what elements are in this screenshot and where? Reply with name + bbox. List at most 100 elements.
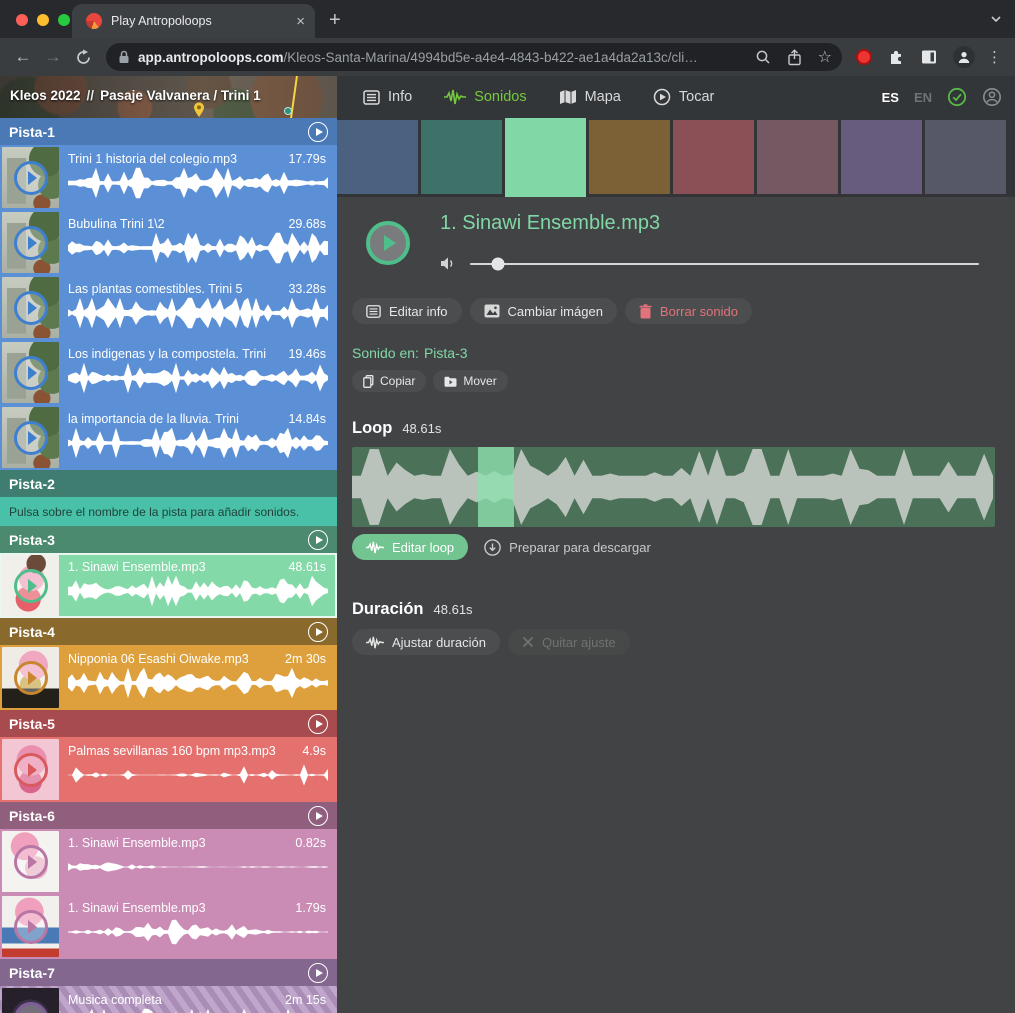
play-sound-button[interactable]: [14, 569, 48, 603]
puzzle-extensions-icon[interactable]: [887, 48, 905, 66]
change-image-button[interactable]: Cambiar imágen: [470, 298, 617, 324]
play-sound-button[interactable]: [14, 161, 48, 195]
track-link[interactable]: Pista-3: [424, 345, 468, 361]
track-header-pista-7[interactable]: Pista-7: [0, 959, 337, 986]
play-sound-button[interactable]: [366, 221, 410, 265]
sound-item-pista-7-1[interactable]: Musica completa2m 15s: [0, 986, 337, 1013]
track-header-pista-1[interactable]: Pista-1: [0, 118, 337, 145]
play-track-button[interactable]: [308, 806, 328, 826]
sound-item-pista-1-5[interactable]: la importancia de la lluvia. Trini14.84s: [0, 405, 337, 470]
tab-sonidos[interactable]: Sonidos: [444, 89, 526, 105]
minimize-window-button[interactable]: [37, 14, 49, 26]
tab-tocar-label: Tocar: [679, 89, 714, 105]
sound-item-pista-1-1[interactable]: Trini 1 historia del colegio.mp317.79s: [0, 145, 337, 210]
address-bar[interactable]: app.antropoloops.com/Kleos-Santa-Marina/…: [106, 43, 842, 71]
browser-menu-icon[interactable]: ⋮: [987, 48, 1002, 66]
sound-item-pista-1-4[interactable]: Los indigenas y la compostela. Trini19.4…: [0, 340, 337, 405]
breadcrumb-project[interactable]: Kleos 2022: [10, 88, 81, 103]
chevron-down-icon[interactable]: [989, 12, 1003, 26]
sound-item-pista-6-2[interactable]: 1. Sinawi Ensemble.mp31.79s: [0, 894, 337, 959]
map-icon: [559, 89, 577, 105]
account-icon[interactable]: [982, 87, 1002, 107]
track-header-pista-4[interactable]: Pista-4: [0, 618, 337, 645]
window-controls[interactable]: [16, 14, 70, 26]
move-button[interactable]: Mover: [433, 370, 507, 392]
adjust-duration-waveform-icon: [366, 636, 384, 649]
track-header-pista-2[interactable]: Pista-2: [0, 470, 337, 497]
tab-tocar[interactable]: Tocar: [653, 88, 714, 106]
play-track-button[interactable]: [308, 714, 328, 734]
tab-mapa[interactable]: Mapa: [559, 89, 621, 105]
play-sound-button[interactable]: [14, 1002, 48, 1013]
copy-icon: [363, 375, 374, 388]
remove-adjust-button[interactable]: Quitar ajuste: [508, 629, 630, 655]
copy-button[interactable]: Copiar: [352, 370, 426, 392]
loop-waveform[interactable]: [352, 447, 995, 527]
tab-sonidos-label: Sonidos: [474, 89, 526, 105]
app-navigation: Info Sonidos Mapa Tocar ES EN: [337, 76, 1015, 118]
sound-item-title: Nipponia 06 Esashi Oiwake.mp3: [68, 652, 249, 666]
play-sound-button[interactable]: [14, 356, 48, 390]
track-color-tab-6[interactable]: [757, 120, 838, 194]
play-sound-button[interactable]: [14, 910, 48, 944]
sound-item-pista-5-1[interactable]: Palmas sevillanas 160 bpm mp3.mp34.9s: [0, 737, 337, 802]
breadcrumb-path[interactable]: Pasaje Valvanera / Trini 1: [100, 88, 261, 103]
sound-item-pista-4-1[interactable]: Nipponia 06 Esashi Oiwake.mp32m 30s: [0, 645, 337, 710]
sound-item-duration: 14.84s: [288, 412, 326, 426]
play-sound-button[interactable]: [14, 845, 48, 879]
edit-info-button[interactable]: Editar info: [352, 298, 462, 324]
delete-sound-button[interactable]: Borrar sonido: [625, 298, 752, 324]
track-color-tab-7[interactable]: [841, 120, 922, 194]
sound-item-pista-1-2[interactable]: Bubulina Trini 1\229.68s: [0, 210, 337, 275]
share-icon[interactable]: [787, 49, 802, 66]
edit-loop-button[interactable]: Editar loop: [352, 534, 468, 560]
prepare-download-button[interactable]: Preparar para descargar: [480, 534, 665, 560]
play-sound-button[interactable]: [14, 291, 48, 325]
sound-item-pista-6-1[interactable]: 1. Sinawi Ensemble.mp30.82s: [0, 829, 337, 894]
profile-avatar-icon[interactable]: [953, 46, 975, 68]
map-preview-strip[interactable]: Kleos 2022//Pasaje Valvanera / Trini 1: [0, 76, 337, 118]
track-header-pista-6[interactable]: Pista-6: [0, 802, 337, 829]
tab-close-icon[interactable]: ×: [296, 13, 305, 30]
track-header-pista-3[interactable]: Pista-3: [0, 526, 337, 553]
close-window-button[interactable]: [16, 14, 28, 26]
browser-tab[interactable]: Play Antropoloops ×: [72, 4, 315, 38]
maximize-window-button[interactable]: [58, 14, 70, 26]
lang-en-button[interactable]: EN: [914, 90, 932, 105]
forward-button[interactable]: →: [38, 47, 68, 67]
volume-knob[interactable]: [491, 257, 504, 270]
sound-item-pista-3-1[interactable]: 1. Sinawi Ensemble.mp348.61s: [0, 553, 337, 618]
play-track-button[interactable]: [308, 122, 328, 142]
tab-info[interactable]: Info: [363, 89, 412, 105]
side-panel-icon[interactable]: [920, 48, 938, 66]
browser-tab-strip: Play Antropoloops × +: [0, 0, 1015, 38]
play-track-button[interactable]: [308, 530, 328, 550]
track-color-tab-4[interactable]: [589, 120, 670, 194]
track-header-pista-5[interactable]: Pista-5: [0, 710, 337, 737]
play-track-button[interactable]: [308, 622, 328, 642]
track-color-tab-8[interactable]: [925, 120, 1006, 194]
track-color-tab-5[interactable]: [673, 120, 754, 194]
back-button[interactable]: ←: [8, 47, 38, 67]
lang-es-button[interactable]: ES: [882, 90, 899, 105]
sound-item-pista-1-3[interactable]: Las plantas comestibles. Trini 533.28s: [0, 275, 337, 340]
play-sound-button[interactable]: [14, 421, 48, 455]
loop-playhead[interactable]: [478, 447, 514, 527]
play-sound-button[interactable]: [14, 661, 48, 695]
breadcrumb[interactable]: Kleos 2022//Pasaje Valvanera / Trini 1: [10, 88, 261, 103]
check-circle-icon[interactable]: [947, 87, 967, 107]
zoom-icon[interactable]: [755, 49, 771, 65]
volume-slider[interactable]: [470, 263, 979, 265]
play-track-button[interactable]: [308, 963, 328, 983]
track-color-tab-2[interactable]: [421, 120, 502, 194]
track-color-tab-3[interactable]: [505, 118, 586, 197]
new-tab-button[interactable]: +: [329, 9, 341, 32]
reload-button[interactable]: [68, 49, 98, 66]
bookmark-star-icon[interactable]: ☆: [818, 47, 832, 67]
track-color-tab-1[interactable]: [337, 120, 418, 194]
play-sound-button[interactable]: [14, 753, 48, 787]
sound-image[interactable]: [352, 205, 424, 281]
adjust-duration-button[interactable]: Ajustar duración: [352, 629, 500, 655]
play-sound-button[interactable]: [14, 226, 48, 260]
record-extension-icon[interactable]: [856, 49, 872, 65]
